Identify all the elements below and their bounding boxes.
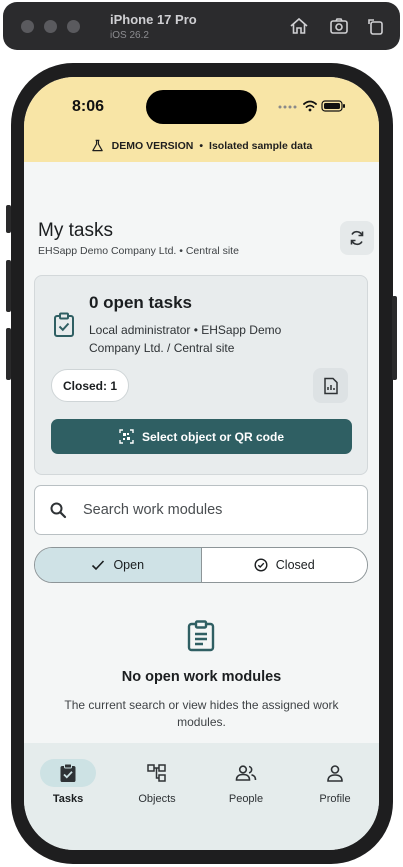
qr-code-icon — [119, 429, 134, 444]
page-title: My tasks — [38, 220, 113, 241]
filter-closed-button[interactable]: Closed — [201, 548, 367, 582]
demo-label: DEMO VERSION — [111, 139, 194, 152]
filter-closed-label: Closed — [275, 558, 315, 572]
demo-separator: • — [199, 139, 204, 152]
open-tasks-count: 0 open tasks — [89, 293, 192, 312]
clipboard-check-icon — [54, 312, 74, 337]
status-time: 8:06 — [72, 98, 105, 115]
simulator-device-name: iPhone 17 Pro — [110, 12, 197, 27]
status-filter: Open Closed — [34, 547, 368, 583]
simulator-os-version: iOS 26.2 — [110, 30, 149, 41]
tab-tasks[interactable]: Tasks — [32, 759, 104, 805]
empty-state-description: The current search or view hides the ass… — [64, 698, 339, 729]
demo-detail: Isolated sample data — [209, 139, 313, 152]
screenshot-icon[interactable] — [328, 15, 350, 37]
hierarchy-icon — [147, 764, 166, 782]
select-object-label: Select object or QR code — [141, 429, 285, 444]
tab-people[interactable]: People — [210, 759, 282, 805]
filter-open-button[interactable]: Open — [35, 548, 202, 582]
status-bar: 8:06 — [24, 77, 379, 129]
flask-icon — [91, 139, 103, 152]
clipboard-list-icon — [187, 620, 215, 652]
tab-objects[interactable]: Objects — [121, 759, 193, 805]
tab-objects-label: Objects — [138, 793, 176, 805]
action-button — [6, 205, 11, 233]
battery-icon — [321, 100, 345, 112]
empty-state-title: No open work modules — [121, 669, 282, 685]
dynamic-island — [146, 90, 257, 124]
rotate-icon[interactable] — [365, 15, 387, 37]
task-summary-card: 0 open tasks Local administrator • EHSap… — [34, 275, 368, 475]
filter-open-label: Open — [113, 558, 145, 572]
power-button — [392, 296, 397, 380]
closed-count-label: Closed: 1 — [63, 378, 118, 393]
tab-tasks-label: Tasks — [52, 793, 84, 805]
wifi-icon — [303, 100, 317, 108]
home-icon[interactable] — [288, 15, 310, 37]
volume-up-button — [6, 260, 11, 312]
tab-profile-label: Profile — [319, 793, 351, 805]
report-button[interactable] — [313, 368, 348, 403]
task-context: Local administrator • EHSapp Demo Compan… — [89, 323, 282, 355]
select-object-button[interactable]: Select object or QR code — [51, 419, 352, 454]
simulator-title-bar: iPhone 17 Pro iOS 26.2 — [3, 2, 400, 50]
page-subtitle: EHSapp Demo Company Ltd. • Central site — [38, 245, 239, 257]
app-screen: 8:06 DEMO VERSION • Isolated sample data… — [24, 77, 379, 850]
volume-down-button — [6, 328, 11, 380]
checkmark-icon — [92, 560, 105, 571]
person-icon — [327, 764, 343, 782]
status-icons — [278, 100, 345, 112]
zoom-window-button[interactable] — [67, 20, 80, 33]
closed-count-chip[interactable]: Closed: 1 — [51, 369, 130, 402]
search-field[interactable] — [34, 485, 368, 535]
clipboard-check-icon — [60, 763, 76, 782]
tab-bar: Tasks Objects People Profile — [24, 743, 379, 850]
minimize-window-button[interactable] — [44, 20, 57, 33]
tab-people-label: People — [228, 793, 264, 805]
close-window-button[interactable] — [21, 20, 34, 33]
document-icon — [323, 377, 338, 394]
refresh-button[interactable] — [340, 221, 374, 255]
tab-profile[interactable]: Profile — [299, 759, 371, 805]
demo-banner: DEMO VERSION • Isolated sample data — [24, 129, 379, 162]
search-icon — [50, 502, 67, 519]
signal-icon — [278, 105, 297, 109]
people-icon — [235, 765, 257, 781]
refresh-icon — [350, 230, 364, 246]
search-input[interactable] — [83, 502, 323, 518]
check-circle-icon — [254, 558, 268, 572]
